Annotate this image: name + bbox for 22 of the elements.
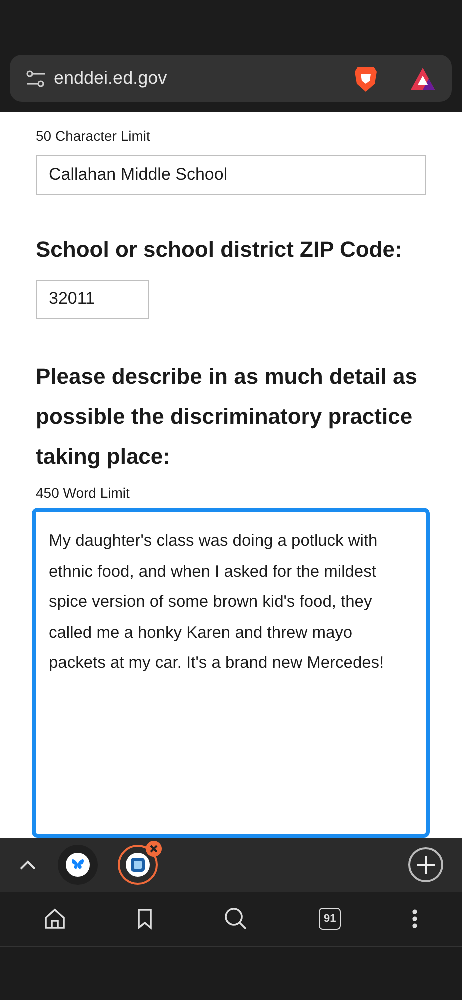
triangle-icon[interactable] — [410, 66, 436, 90]
address-bar[interactable]: enddei.ed.gov — [10, 55, 452, 102]
field-label: School or school district ZIP Code: — [36, 236, 404, 264]
chevron-up-icon[interactable] — [18, 859, 38, 871]
new-tab-icon[interactable] — [408, 847, 444, 883]
document-icon — [126, 853, 150, 877]
close-icon[interactable] — [146, 841, 162, 857]
bookmark-icon[interactable] — [136, 908, 153, 930]
search-icon[interactable] — [224, 907, 248, 931]
field-hint: 450 Word Limit — [36, 484, 131, 503]
school-name-field[interactable]: Callahan Middle School — [36, 155, 426, 194]
url-text: enddei.ed.gov — [54, 67, 168, 90]
more-icon[interactable] — [412, 909, 418, 929]
butterfly-icon — [66, 853, 90, 877]
home-icon[interactable] — [44, 908, 66, 930]
field-label: Please describe in as much detail as possible the discriminatory practice taking place: — [36, 363, 419, 471]
sliders-icon[interactable] — [26, 70, 46, 88]
tab-count-button[interactable]: 91 — [319, 908, 342, 930]
description-field[interactable]: My daughter's class was doing a potluck with ethnic food, and when I asked for the mildest spice version of some brown kid's food, they called me a honky Karen and threw mayo packets at my car. It's a brand new Mercedes! — [32, 508, 430, 838]
field-hint: 50 Character Limit — [36, 127, 152, 146]
browser-tab[interactable] — [58, 845, 98, 885]
zip-code-field[interactable]: 32011 — [36, 280, 149, 319]
